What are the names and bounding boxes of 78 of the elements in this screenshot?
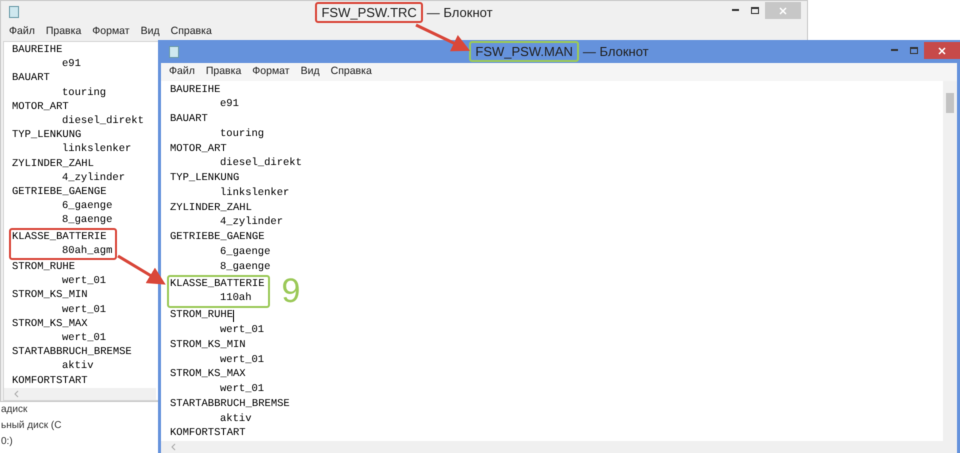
menu-item[interactable]: Справка bbox=[170, 24, 212, 40]
close-icon bbox=[779, 6, 787, 14]
setting-key: STARTABBRUCH_BREMSE bbox=[170, 396, 290, 412]
close-button[interactable] bbox=[924, 42, 960, 59]
menu-item[interactable]: Формат bbox=[252, 64, 290, 80]
menu-item[interactable]: Вид bbox=[140, 24, 160, 40]
scrollbar-thumb[interactable] bbox=[946, 92, 954, 112]
notepad-icon bbox=[169, 46, 179, 58]
setting-key: ZYLINDER_ZAHL bbox=[170, 200, 252, 216]
setting-key: KLASSE_BATTERIE bbox=[12, 230, 107, 244]
setting-key: BAUART bbox=[12, 71, 50, 86]
setting-value: diesel_direkt bbox=[61, 114, 144, 128]
setting-key: BAUART bbox=[170, 112, 208, 127]
setting-key: STROM_KS_MIN bbox=[12, 288, 88, 303]
setting-value: wert_01 bbox=[61, 331, 106, 346]
setting-key: BAUREIHE bbox=[12, 43, 62, 58]
window-title: — Блокнот bbox=[582, 42, 649, 61]
setting-key: MOTOR_ART bbox=[12, 100, 69, 114]
setting-key: BAUREIHE bbox=[170, 82, 220, 98]
setting-key: STROM_KS_MAX bbox=[12, 316, 88, 332]
vertical-scrollbar[interactable] bbox=[943, 80, 957, 453]
menu-item[interactable]: Файл bbox=[9, 24, 35, 40]
setting-value: touring bbox=[61, 86, 106, 100]
drive-list-item[interactable]: ьный диск (С bbox=[1, 420, 158, 432]
setting-value: linkslenker bbox=[61, 142, 132, 157]
setting-key: TYP_LENKUNG bbox=[12, 128, 82, 142]
setting-key: KOMFORTSTART bbox=[170, 426, 246, 441]
setting-key: STROM_RUHE bbox=[170, 308, 234, 323]
setting-value: 8_gaenge bbox=[61, 213, 112, 228]
setting-key: ZYLINDER_ZAHL bbox=[12, 156, 94, 171]
window-title: — Блокнот bbox=[426, 4, 493, 22]
drive-list-item[interactable]: адиск bbox=[1, 404, 158, 416]
setting-key: STROM_KS_MAX bbox=[170, 367, 246, 382]
setting-key: GETRIEBE_GAENGE bbox=[170, 230, 265, 245]
menu-item[interactable]: Справка bbox=[330, 64, 372, 80]
setting-key: KOMFORTSTART bbox=[12, 374, 88, 388]
scroll-left-icon[interactable] bbox=[171, 443, 176, 451]
setting-value: 4_zylinder bbox=[219, 215, 284, 230]
setting-value: touring bbox=[219, 126, 264, 142]
setting-value: wert_01 bbox=[219, 323, 264, 338]
setting-value: 6_gaenge bbox=[219, 244, 270, 260]
setting-key: TYP_LENKUNG bbox=[170, 171, 240, 186]
horizontal-scrollbar[interactable] bbox=[4, 388, 156, 400]
setting-value: e91 bbox=[61, 57, 81, 72]
window-title-file: FSW_PSW.TRC bbox=[315, 2, 423, 23]
annotation-arrow bbox=[415, 24, 470, 52]
annotation-number: 9 bbox=[282, 274, 300, 308]
setting-value: wert_01 bbox=[219, 382, 264, 397]
horizontal-scrollbar[interactable] bbox=[161, 441, 943, 453]
setting-key: GETRIEBE_GAENGE bbox=[12, 185, 107, 200]
setting-value: wert_01 bbox=[61, 274, 106, 288]
setting-value: 8_gaenge bbox=[219, 260, 270, 274]
scroll-left-icon[interactable] bbox=[14, 390, 19, 398]
setting-value: aktiv bbox=[219, 412, 253, 426]
menu-item[interactable]: Вид bbox=[300, 64, 320, 80]
setting-value: linkslenker bbox=[219, 186, 290, 200]
notepad-icon bbox=[9, 6, 19, 18]
drive-list-item[interactable]: 0:) bbox=[1, 436, 158, 448]
setting-value: aktiv bbox=[61, 359, 95, 374]
setting-value: 110ah bbox=[219, 291, 253, 306]
setting-key: KLASSE_BATTERIE bbox=[170, 276, 265, 292]
setting-key: MOTOR_ART bbox=[170, 142, 227, 156]
menu-item[interactable]: Формат bbox=[92, 24, 130, 40]
setting-key: STROM_RUHE bbox=[12, 260, 76, 274]
setting-key: STROM_KS_MIN bbox=[170, 338, 246, 352]
setting-value: 6_gaenge bbox=[61, 199, 112, 214]
close-icon bbox=[938, 46, 946, 54]
menu-item[interactable]: Правка bbox=[206, 64, 242, 80]
setting-value: 4_zylinder bbox=[61, 170, 126, 186]
setting-value: wert_01 bbox=[219, 352, 264, 368]
setting-value: diesel_direkt bbox=[219, 156, 302, 171]
setting-value: wert_01 bbox=[61, 302, 106, 317]
menu-item[interactable]: Правка bbox=[46, 24, 82, 40]
menu-item[interactable]: Файл bbox=[169, 64, 195, 80]
window-title-file: FSW_PSW.MAN bbox=[469, 41, 579, 62]
setting-value: 80ah_agm bbox=[61, 244, 112, 258]
setting-key: STARTABBRUCH_BREMSE bbox=[12, 345, 132, 360]
setting-value: e91 bbox=[219, 97, 239, 112]
